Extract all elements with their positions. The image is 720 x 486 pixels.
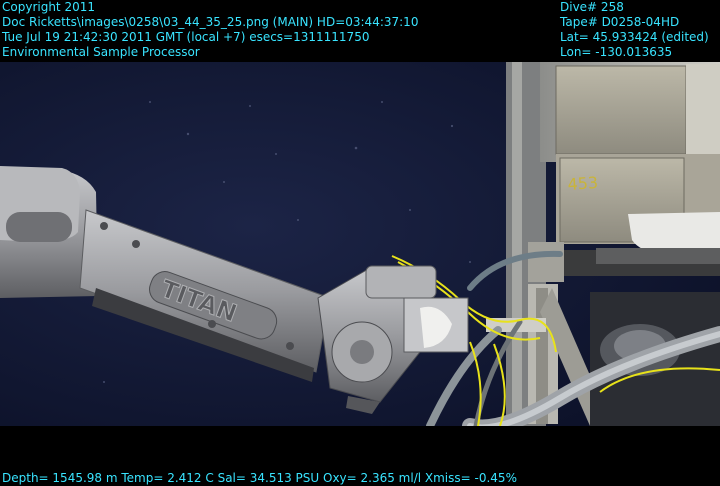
sensor-readout: Depth= 1545.98 m Temp= 2.412 C Sal= 34.5… bbox=[2, 471, 517, 485]
latitude-text: Lat= 45.933424 (edited) bbox=[560, 30, 709, 44]
underwater-video: 453 TITAN bbox=[0, 62, 720, 426]
dive-number-text: Dive# 258 bbox=[560, 0, 624, 14]
box-marking-453: 453 bbox=[567, 173, 599, 194]
copyright-text: Copyright 2011 bbox=[2, 0, 95, 14]
timestamp-text: Tue Jul 19 21:42:30 2011 GMT (local +7) … bbox=[2, 30, 370, 44]
image-path-text: Doc Ricketts\images\0258\03_44_35_25.png… bbox=[2, 15, 419, 29]
video-frame: 453 TITAN Copyright 2011 Doc Ricketts\im… bbox=[0, 0, 720, 486]
overlay-top-left: Copyright 2011 Doc Ricketts\images\0258\… bbox=[2, 0, 418, 60]
longitude-text: Lon= -130.013635 bbox=[560, 45, 673, 59]
overlay-top-right: Dive# 258 Tape# D0258-04HD Lat= 45.93342… bbox=[560, 0, 709, 60]
rov-camera-image: 453 TITAN bbox=[0, 62, 720, 426]
instrument-name-text: Environmental Sample Processor bbox=[2, 45, 200, 59]
tape-number-text: Tape# D0258-04HD bbox=[560, 15, 680, 29]
